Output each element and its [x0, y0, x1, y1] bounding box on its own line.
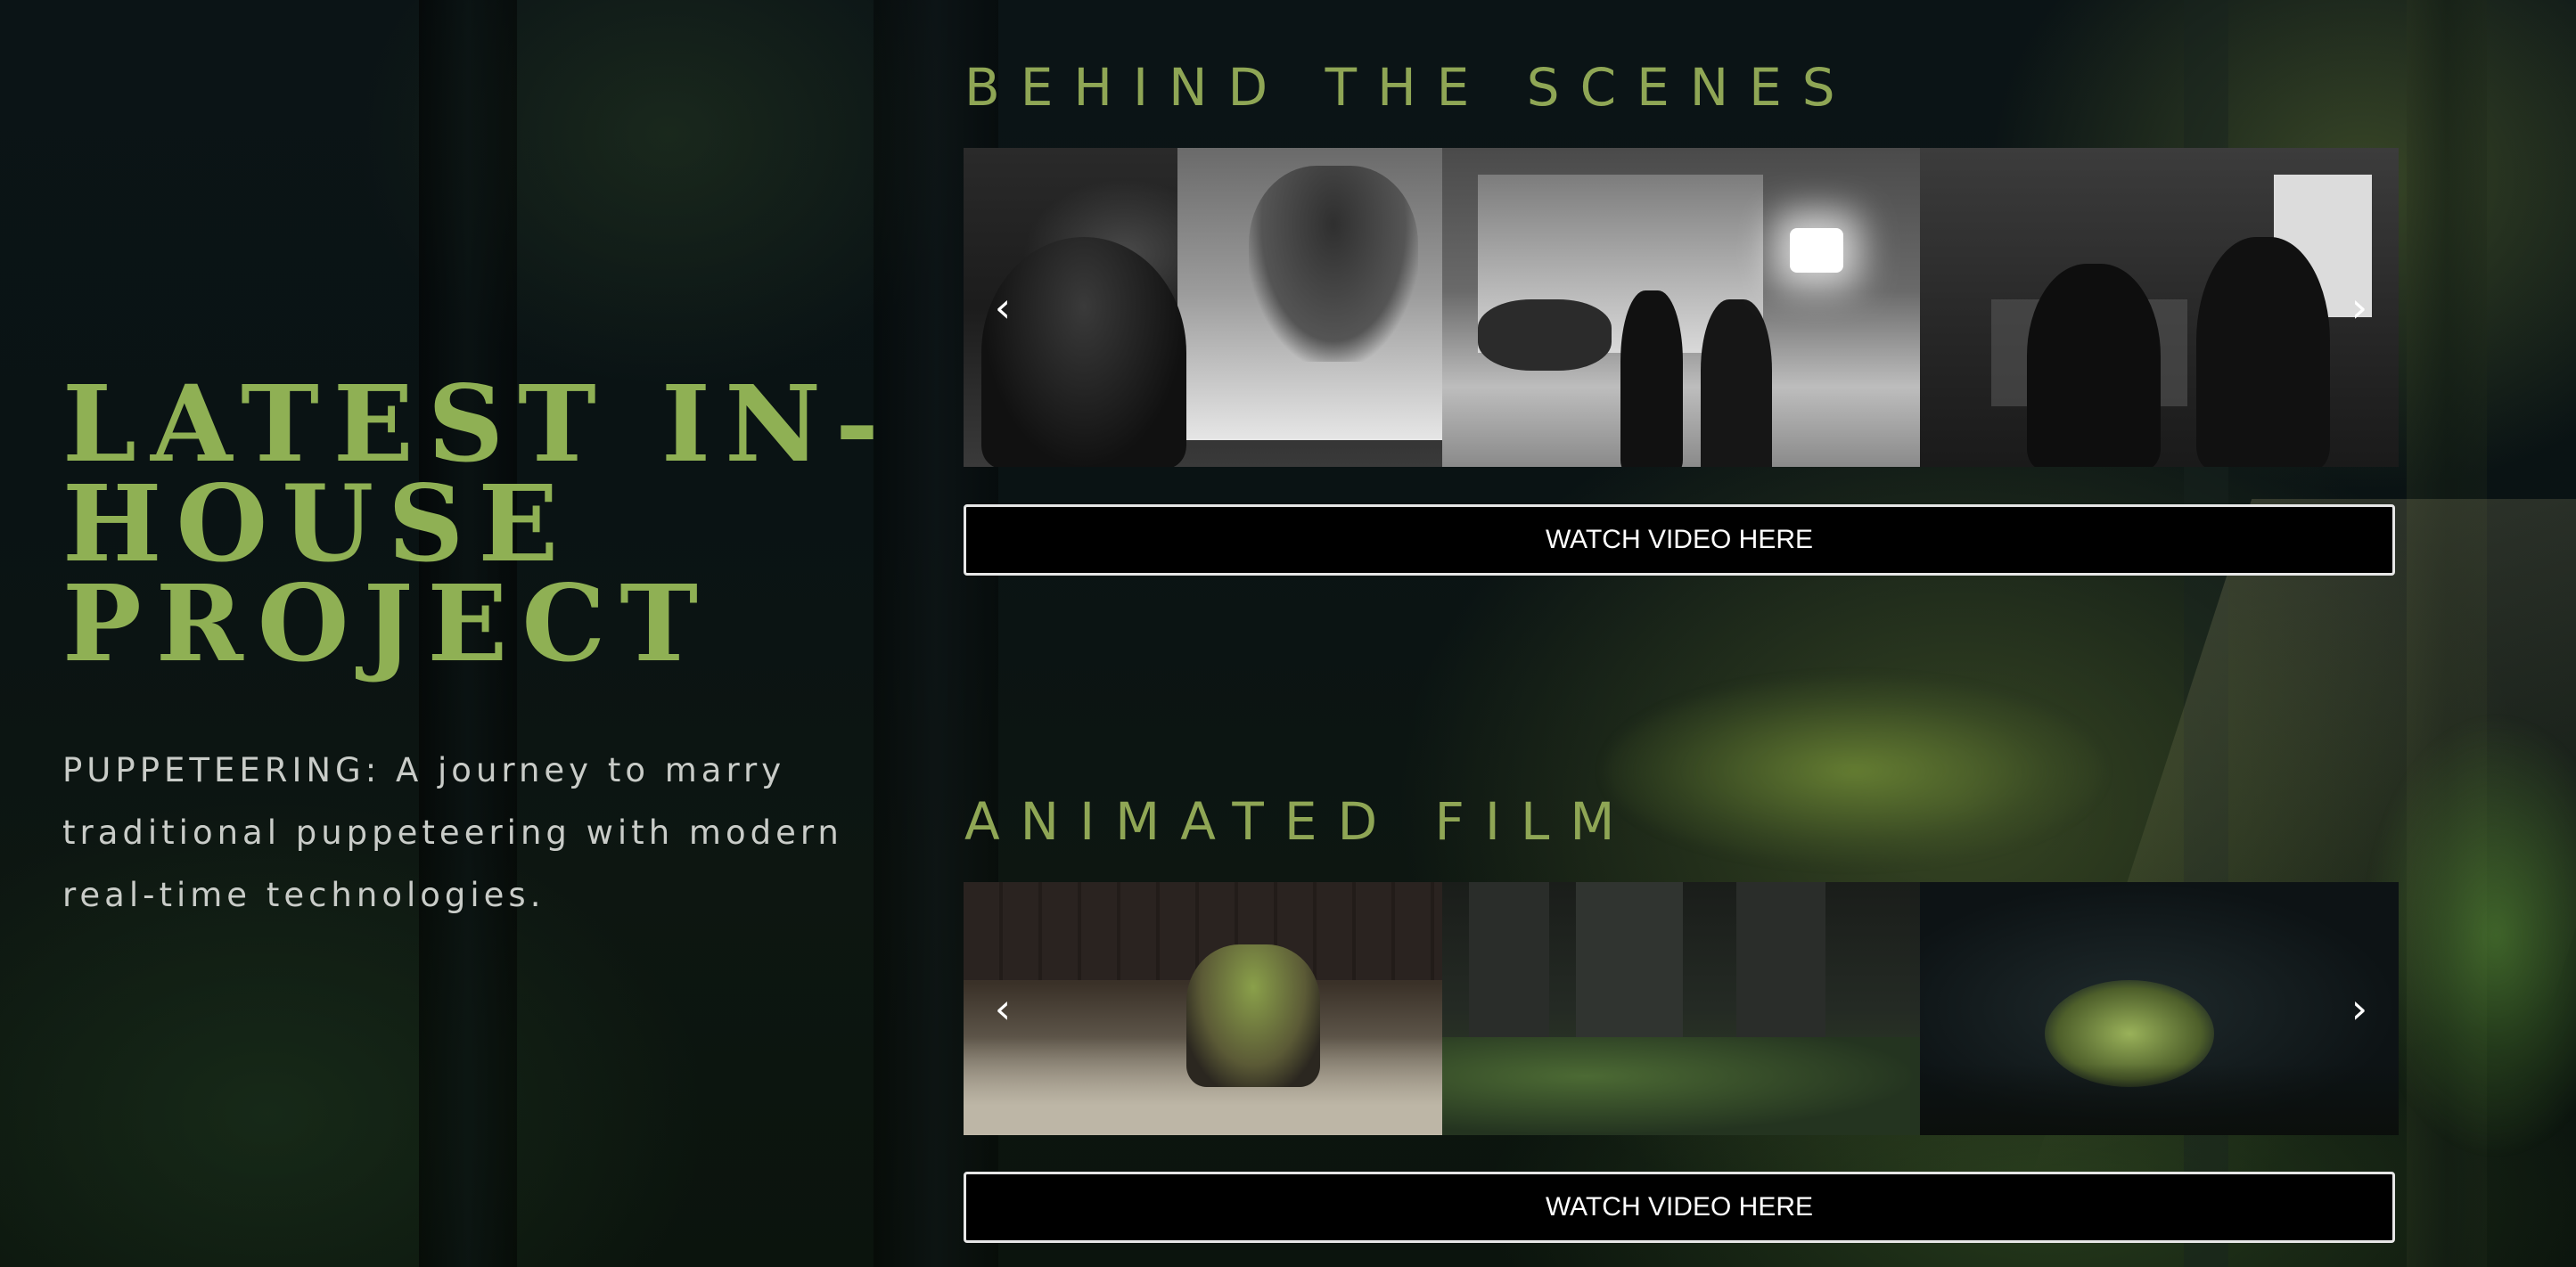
chevron-right-icon[interactable]: ›	[2342, 281, 2377, 334]
operator-figure	[2196, 237, 2331, 467]
forest-floor	[1920, 1064, 2400, 1135]
robot-on-screen	[1249, 166, 1418, 362]
mossy-robot	[1186, 944, 1320, 1087]
hero-description: PUPPETEERING: A journey to marry traditi…	[62, 751, 843, 914]
carousel-slide-studio-puppeteer[interactable]	[964, 148, 1442, 467]
carousel-slide-robot-rubble[interactable]	[964, 882, 1442, 1135]
chevron-left-icon[interactable]: ‹	[985, 982, 1021, 1035]
overgrowth	[1441, 1037, 1921, 1135]
watch-video-button-behind-the-scenes[interactable]: WATCH VIDEO HERE	[964, 504, 2395, 576]
section-title-animated-film: ANIMATED FILM	[964, 791, 1636, 852]
crew-member	[1620, 290, 1683, 467]
studio-light	[1789, 228, 1843, 273]
watch-video-button-animated-film[interactable]: WATCH VIDEO HERE	[964, 1172, 2395, 1243]
carousel-animated-film: ‹ ›	[964, 882, 2400, 1135]
carousel-slide-control-room[interactable]	[1920, 148, 2400, 467]
carousel-slide-city-ruins[interactable]	[1441, 882, 1921, 1135]
blurred-robot-creature	[1604, 677, 2104, 864]
operator-figure	[2027, 264, 2162, 467]
section-title-behind-the-scenes: BEHIND THE SCENES	[964, 57, 1856, 118]
chevron-left-icon[interactable]: ‹	[985, 281, 1021, 334]
chevron-right-icon[interactable]: ›	[2342, 982, 2377, 1035]
puppeteer-figure	[981, 237, 1186, 467]
hero-title: LATEST IN-HOUSE PROJECT	[62, 362, 893, 685]
robot-puppet	[1477, 299, 1612, 371]
crew-member	[1700, 299, 1772, 467]
carousel-behind-the-scenes: ‹ ›	[964, 148, 2400, 467]
carousel-slide-robot-forest[interactable]	[1920, 882, 2400, 1135]
carousel-slide-stage-lighting[interactable]	[1441, 148, 1921, 467]
